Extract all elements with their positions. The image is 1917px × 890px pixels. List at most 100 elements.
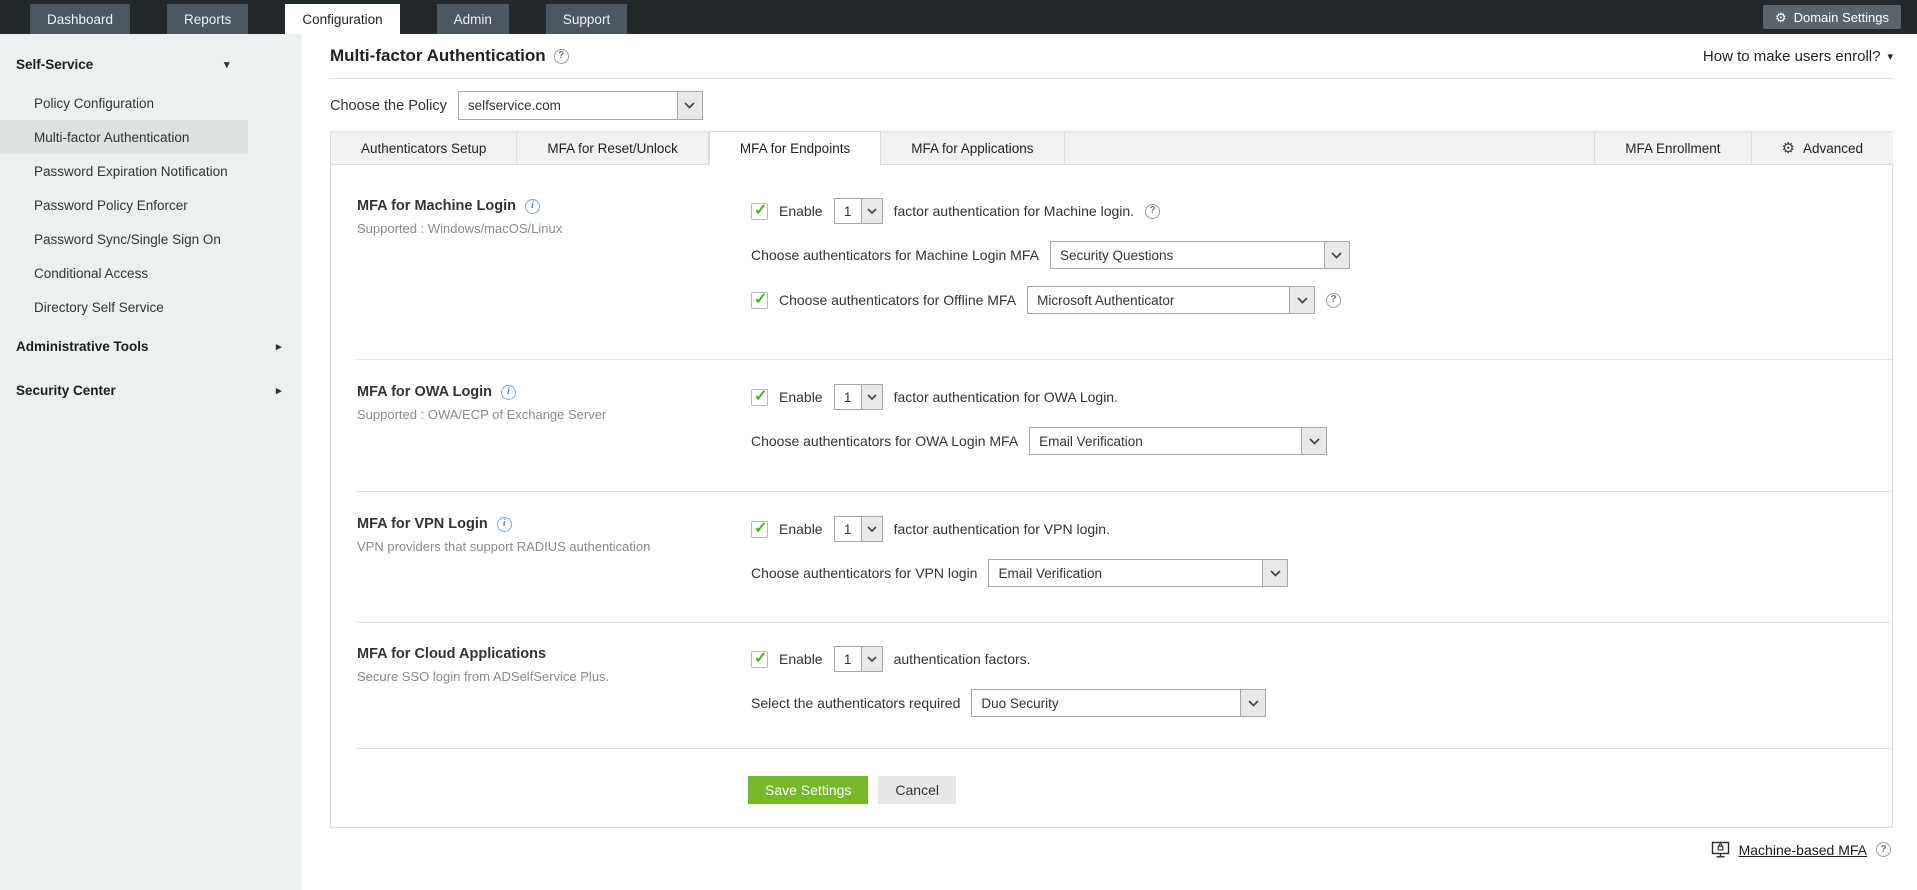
gear-icon: ⚙ <box>1781 139 1795 157</box>
sidebar-item-directory-self-service[interactable]: Directory Self Service <box>0 290 302 324</box>
check-icon: ✓ <box>754 387 768 405</box>
help-icon[interactable]: ? <box>1326 292 1342 308</box>
enable-label: Enable <box>779 203 823 219</box>
tab-mfa-enrollment[interactable]: MFA Enrollment <box>1594 132 1750 164</box>
nav-item-admin[interactable]: Admin <box>436 4 509 34</box>
main-content: Multi-factor Authentication ? How to mak… <box>302 34 1917 890</box>
enable-label: Enable <box>779 521 823 537</box>
enable-label: Enable <box>779 651 823 667</box>
info-icon[interactable]: i <box>501 384 517 400</box>
nav-item-support[interactable]: Support <box>545 4 628 34</box>
enable-suffix: factor authentication for OWA Login. <box>893 389 1118 405</box>
check-icon: ✓ <box>754 649 768 667</box>
chevron-down-icon <box>1301 428 1327 454</box>
policy-select[interactable]: selfservice.com <box>457 91 703 120</box>
section-title: MFA for VPN Login <box>357 516 488 532</box>
sidebar-item-password-sync-single-sign-on[interactable]: Password Sync/Single Sign On <box>0 222 302 256</box>
authenticator-label: Select the authenticators required <box>751 695 961 711</box>
authenticator-label: Choose authenticators for VPN login <box>751 565 978 581</box>
save-settings-button[interactable]: Save Settings <box>748 776 869 804</box>
nav-item-dashboard[interactable]: Dashboard <box>30 4 131 34</box>
enable-row: ✓ Enable 1 authentication factors. <box>751 646 1266 672</box>
section-subtitle: VPN providers that support RADIUS authen… <box>357 539 651 554</box>
enable-label: Enable <box>779 389 823 405</box>
domain-settings-button[interactable]: ⚙ Domain Settings <box>1762 5 1901 29</box>
info-icon[interactable]: i <box>496 516 512 532</box>
sidebar: Self-Service ▾ Policy Configuration Mult… <box>0 34 302 890</box>
enable-suffix: authentication factors. <box>893 651 1031 667</box>
section-subtitle: Secure SSO login from ADSelfService Plus… <box>357 669 610 684</box>
sidebar-group-label: Security Center <box>16 382 116 398</box>
factor-count-select[interactable]: 1 <box>833 516 883 542</box>
factor-count-select[interactable]: 1 <box>833 198 883 224</box>
sidebar-group-label: Administrative Tools <box>16 338 149 354</box>
offline-mfa-checkbox[interactable]: ✓ <box>751 291 768 309</box>
chevron-down-icon <box>1289 287 1315 313</box>
section-subtitle: Supported : OWA/ECP of Exchange Server <box>357 407 607 422</box>
tab-spacer <box>1065 132 1595 164</box>
authenticator-label: Choose authenticators for OWA Login MFA <box>751 433 1019 449</box>
help-icon[interactable]: ? <box>1876 842 1891 857</box>
cloud-apps-authenticator-select[interactable]: Duo Security <box>971 689 1267 717</box>
machine-based-mfa-link[interactable]: Machine-based MFA <box>1739 842 1867 858</box>
enable-checkbox[interactable]: ✓ <box>751 520 768 538</box>
enable-checkbox[interactable]: ✓ <box>751 202 768 220</box>
authenticator-select-value: Email Verification <box>998 565 1103 581</box>
nav-item-configuration[interactable]: Configuration <box>285 4 400 34</box>
factor-count-select[interactable]: 1 <box>833 384 883 410</box>
machine-login-authenticator-select[interactable]: Security Questions <box>1049 241 1350 269</box>
enable-checkbox[interactable]: ✓ <box>751 387 768 406</box>
sidebar-group-self-service[interactable]: Self-Service ▾ <box>0 42 302 86</box>
help-icon[interactable]: ? <box>553 48 569 64</box>
chevron-down-icon <box>1323 242 1349 268</box>
caret-down-icon: ▾ <box>1887 50 1893 63</box>
caret-down-icon: ▾ <box>224 58 230 71</box>
tab-mfa-for-reset-unlock[interactable]: MFA for Reset/Unlock <box>517 132 709 164</box>
button-row: Save Settings Cancel <box>331 749 1892 827</box>
factor-count-value: 1 <box>843 203 852 219</box>
authenticator-label: Choose authenticators for Machine Login … <box>751 247 1039 263</box>
sidebar-item-conditional-access[interactable]: Conditional Access <box>0 256 302 290</box>
tab-mfa-for-applications[interactable]: MFA for Applications <box>881 132 1065 164</box>
sidebar-group-administrative-tools[interactable]: Administrative Tools ▸ <box>0 324 302 368</box>
section-title: MFA for Machine Login <box>357 198 516 214</box>
cancel-button[interactable]: Cancel <box>878 776 956 804</box>
offline-mfa-authenticator-select[interactable]: Microsoft Authenticator <box>1027 286 1316 314</box>
help-icon[interactable]: ? <box>1145 203 1161 219</box>
domain-settings-label: Domain Settings <box>1793 9 1889 25</box>
machine-monitor-lock-icon <box>1711 841 1730 858</box>
sidebar-group-label: Self-Service <box>16 56 94 72</box>
factor-count-value: 1 <box>843 521 852 537</box>
tab-advanced-label: Advanced <box>1802 140 1863 156</box>
page-title: Multi-factor Authentication <box>330 46 546 65</box>
sidebar-item-multi-factor-authentication[interactable]: Multi-factor Authentication <box>0 120 248 154</box>
sidebar-item-password-policy-enforcer[interactable]: Password Policy Enforcer <box>0 188 302 222</box>
how-to-enroll-label: How to make users enroll? <box>1702 47 1881 65</box>
tab-advanced[interactable]: ⚙ Advanced <box>1750 132 1894 164</box>
vpn-login-authenticator-select[interactable]: Email Verification <box>988 559 1289 587</box>
nav-item-reports[interactable]: Reports <box>167 4 249 34</box>
sidebar-group-security-center[interactable]: Security Center ▸ <box>0 368 302 412</box>
title-divider <box>330 78 1893 79</box>
factor-count-select[interactable]: 1 <box>833 646 883 672</box>
policy-label: Choose the Policy <box>330 97 447 114</box>
footer: Machine-based MFA ? <box>330 841 1893 858</box>
section-mfa-machine-login: MFA for Machine Login i Supported : Wind… <box>331 165 1892 359</box>
enable-suffix: factor authentication for VPN login. <box>893 521 1110 537</box>
section-mfa-owa-login: MFA for OWA Login i Supported : OWA/ECP … <box>331 360 1892 491</box>
authenticator-row: Choose authenticators for OWA Login MFA … <box>751 427 1328 455</box>
caret-right-icon: ▸ <box>276 384 282 397</box>
sidebar-item-policy-configuration[interactable]: Policy Configuration <box>0 86 302 120</box>
how-to-enroll-link[interactable]: How to make users enroll? ▾ <box>1703 48 1893 65</box>
sidebar-item-password-expiration-notification[interactable]: Password Expiration Notification <box>0 154 302 188</box>
chevron-down-icon <box>860 647 882 671</box>
tab-authenticators-setup[interactable]: Authenticators Setup <box>330 132 518 164</box>
chevron-down-icon <box>1262 560 1288 586</box>
tab-mfa-for-endpoints[interactable]: MFA for Endpoints <box>708 131 882 165</box>
tab-strip: Authenticators Setup MFA for Reset/Unloc… <box>330 131 1893 165</box>
enable-checkbox[interactable]: ✓ <box>751 649 768 668</box>
info-icon[interactable]: i <box>524 198 540 214</box>
section-title: MFA for OWA Login <box>357 384 493 400</box>
authenticator-select-value: Security Questions <box>1059 247 1174 263</box>
owa-login-authenticator-select[interactable]: Email Verification <box>1029 427 1328 455</box>
